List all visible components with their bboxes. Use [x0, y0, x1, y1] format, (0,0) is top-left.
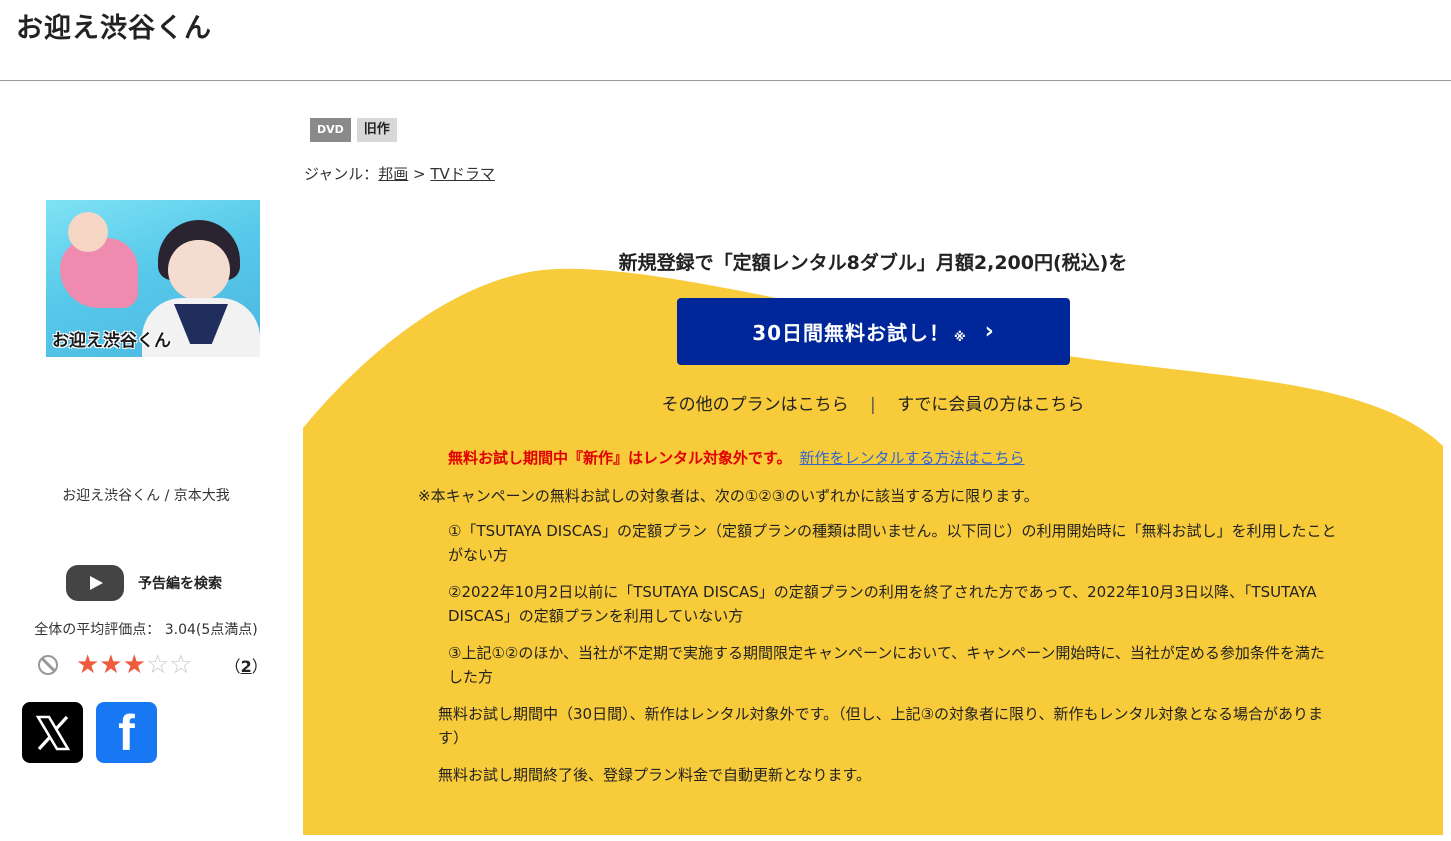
members-link[interactable]: すでに会員の方はこちら: [897, 395, 1084, 415]
trailer-search-button[interactable]: 予告編を検索: [66, 565, 222, 601]
format-badge: DVD: [310, 118, 351, 142]
review-count: （2）: [224, 657, 268, 676]
trailer-search-label: 予告編を検索: [138, 576, 222, 592]
notes-item-3: ③上記①②のほか、当社が不定期で実施する期間限定キャンペーンにおいて、キャンペー…: [448, 644, 1325, 686]
cover-image[interactable]: お迎え渋谷くん: [46, 200, 260, 357]
facebook-logo-icon: f: [118, 704, 135, 761]
cover-logo-text: お迎え渋谷くん: [52, 331, 171, 351]
genre-link-hougaku[interactable]: 邦画: [378, 165, 408, 183]
notes-item-1: ①「TSUTAYA DISCAS」の定額プラン（定額プランの種類は問いません。以…: [448, 522, 1337, 564]
other-plans-link[interactable]: その他のプランはこちら: [662, 395, 849, 415]
review-count-link[interactable]: 2: [241, 657, 252, 676]
campaign-headline: 新規登録で「定額レンタル8ダブル」月額2,200円(税込)を: [618, 252, 1128, 274]
share-facebook-button[interactable]: f: [96, 702, 157, 763]
rating-stars: ★★★☆☆: [76, 652, 193, 678]
page-title: お迎え渋谷くん: [16, 13, 212, 44]
notes-item-2: ②2022年10月2日以前に「TSUTAYA DISCAS」の定額プランの利用を…: [448, 583, 1317, 625]
genre-breadcrumb: ジャンル：邦画 > TVドラマ: [304, 163, 495, 184]
share-x-button[interactable]: [22, 702, 83, 763]
filled-stars: ★★★: [76, 650, 146, 680]
header-divider: [0, 80, 1451, 81]
badges: DVD 旧作: [310, 118, 397, 142]
not-interested-icon[interactable]: [38, 655, 58, 675]
genre-link-tvdrama[interactable]: TVドラマ: [430, 165, 494, 183]
empty-stars: ☆☆: [145, 650, 193, 680]
youtube-play-icon: [66, 565, 124, 601]
cta-note-mark: ※: [954, 329, 967, 344]
free-trial-button[interactable]: 30日間無料お試し！ ※ ›: [677, 298, 1070, 365]
campaign-notes: ※本キャンペーンの無料お試しの対象者は、次の①②③のいずれかに該当する方に限りま…: [418, 484, 1338, 800]
chevron-right-icon: ›: [984, 319, 995, 344]
warning-text: 無料お試し期間中『新作』はレンタル対象外です。: [448, 449, 792, 467]
link-separator: |: [870, 395, 876, 415]
status-badge: 旧作: [356, 118, 397, 142]
notes-head: ※本キャンペーンの無料お試しの対象者は、次の①②③のいずれかに該当する方に限りま…: [418, 487, 1039, 505]
notes-para-1: 無料お試し期間中（30日間）、新作はレンタル対象外です。（但し、上記③の対象者に…: [438, 705, 1323, 747]
new-release-warning: 無料お試し期間中『新作』はレンタル対象外です。 新作をレンタルする方法はこちら: [448, 447, 1025, 468]
x-logo-icon: [35, 715, 70, 750]
rating-row: ★★★☆☆ （2）: [38, 652, 268, 678]
plan-links: その他のプランはこちら | すでに会員の方はこちら: [303, 390, 1443, 415]
notes-para-2: 無料お試し期間終了後、登録プラン料金で自動更新となります。: [438, 766, 872, 784]
free-trial-label: 30日間無料お試し！: [752, 321, 951, 345]
genre-separator: >: [408, 165, 431, 183]
average-rating-text: 全体の平均評価点： 3.04(5点満点): [34, 622, 258, 638]
new-release-rental-link[interactable]: 新作をレンタルする方法はこちら: [800, 449, 1025, 467]
item-caption: お迎え渋谷くん / 京本大我: [62, 488, 230, 504]
genre-label: ジャンル：: [304, 165, 379, 183]
